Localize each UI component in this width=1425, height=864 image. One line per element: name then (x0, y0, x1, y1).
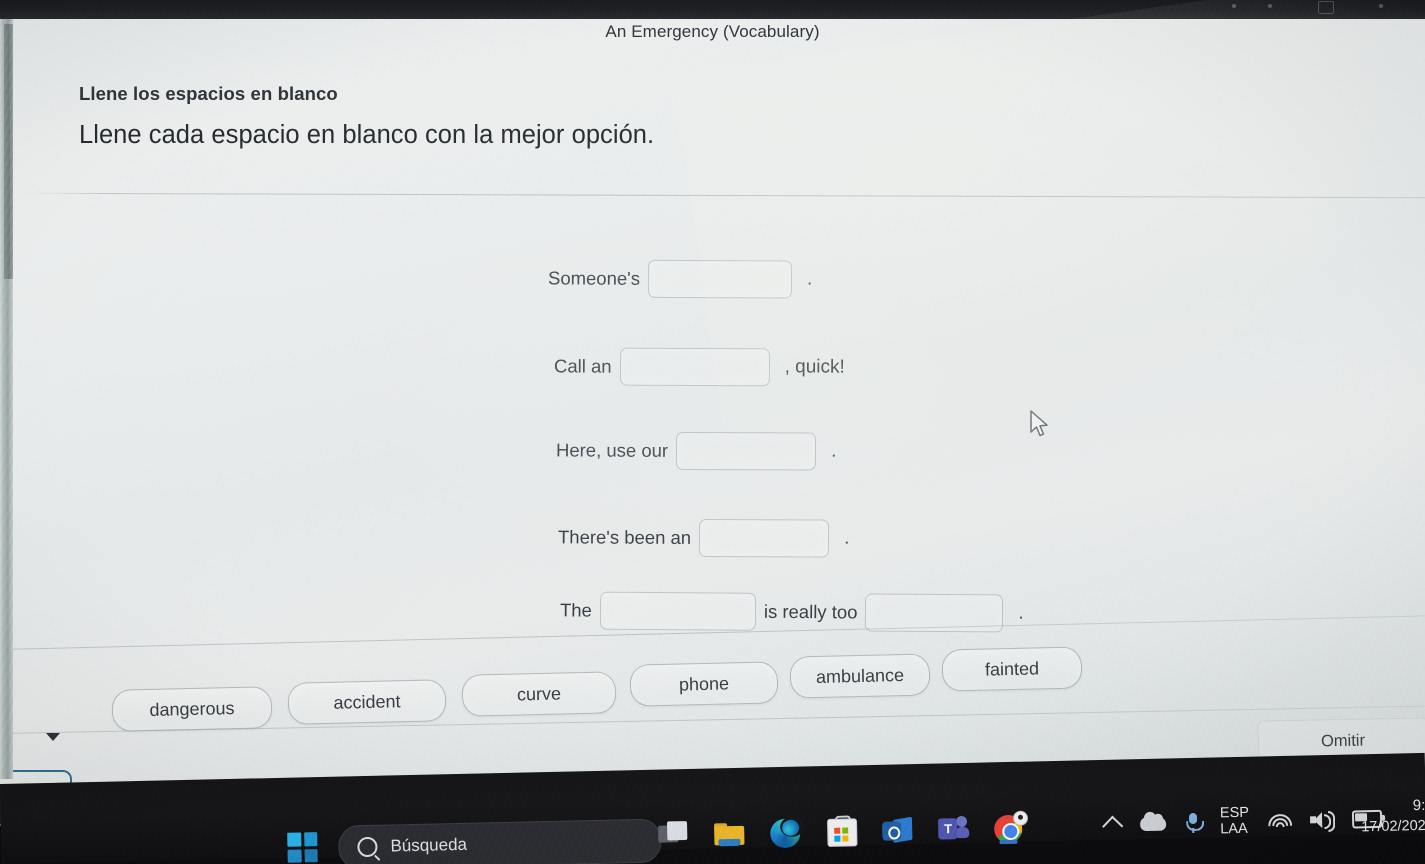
header-divider (26, 192, 1425, 199)
word-option-label: dangerous (149, 697, 235, 720)
start-logo-tile-3 (287, 848, 302, 863)
word-option-ambulance[interactable]: ambulance (789, 653, 931, 699)
chrome-icon[interactable] (992, 810, 1029, 846)
question-4-tail: . (844, 527, 850, 549)
taskbar-clock[interactable]: 9: 17/02/202 (1361, 795, 1425, 838)
question-5-tail: . (1018, 602, 1024, 624)
chrome-ghost-window (1318, 1, 1334, 14)
word-option-label: curve (516, 683, 562, 704)
onedrive-cloud-icon[interactable] (1139, 816, 1167, 831)
taskbar-search-box[interactable]: Búsqueda (337, 818, 662, 864)
exercise-page: An Emergency (Vocabulary) Llene los espa… (0, 19, 1425, 784)
system-tray: ESP LAA (1102, 803, 1383, 840)
blank-input-3[interactable] (676, 431, 817, 471)
question-5-middle: is really too (763, 600, 858, 623)
question-1-tail: . (806, 268, 813, 290)
page-title: An Emergency (Vocabulary) (605, 22, 820, 41)
question-3-tail: . (831, 440, 837, 462)
chrome-ghost-dot-3 (1379, 4, 1383, 8)
word-option-label: ambulance (815, 664, 905, 687)
word-option-label: accident (333, 690, 401, 713)
language-line-1: ESP (1219, 804, 1250, 822)
clock-time: 9: (1412, 796, 1425, 815)
chrome-ghost-dot-1 (1232, 4, 1236, 8)
question-4-prompt: There's been an (557, 526, 692, 548)
word-option-label: phone (678, 672, 730, 695)
screen-photo: An Emergency (Vocabulary) Llene los espa… (0, 0, 1425, 864)
question-row-2: Call an , quick! (553, 347, 845, 387)
start-logo-tile-4 (303, 848, 318, 863)
word-option-phone[interactable]: phone (629, 661, 779, 707)
browser-chrome-strip (0, 0, 1425, 19)
edge-icon[interactable] (768, 816, 805, 851)
teams-icon[interactable]: T (936, 812, 971, 847)
file-explorer-icon[interactable] (712, 817, 747, 852)
question-row-4: There's been an . (557, 518, 850, 558)
task-view-icon[interactable] (656, 818, 691, 853)
wifi-icon[interactable] (1267, 813, 1292, 829)
question-row-3: Here, use our . (555, 431, 837, 471)
question-3-prompt: Here, use our (555, 439, 669, 461)
start-logo-tile-1 (287, 832, 301, 847)
question-2-tail: , quick! (784, 356, 845, 378)
question-5-prompt: The (559, 599, 592, 621)
blank-input-5a[interactable] (599, 591, 757, 631)
language-indicator[interactable]: ESP LAA (1219, 804, 1250, 838)
word-option-accident[interactable]: accident (287, 679, 447, 725)
blank-input-4[interactable] (699, 518, 830, 558)
search-icon (357, 836, 378, 858)
question-1-prompt: Someone's (547, 267, 641, 289)
instruction-subtitle: Llene los espacios en blanco (79, 83, 338, 104)
question-2-prompt: Call an (553, 355, 612, 377)
chrome-ghost-dot-2 (1268, 4, 1272, 8)
word-option-dangerous[interactable]: dangerous (111, 686, 273, 732)
word-option-label: fainted (984, 657, 1040, 680)
skip-button-label: Omitir (1320, 731, 1366, 750)
page-scrollbar[interactable] (4, 24, 13, 279)
blank-input-1[interactable] (647, 259, 793, 299)
mouse-cursor (1030, 410, 1048, 437)
question-row-1: Someone's . (547, 259, 813, 299)
start-button[interactable] (287, 832, 318, 863)
word-option-curve[interactable]: curve (461, 671, 617, 717)
chevron-down-icon[interactable] (46, 733, 60, 741)
taskbar-app-icons: T (656, 810, 1029, 853)
instruction-heading: Llene cada espacio en blanco con la mejo… (79, 121, 655, 149)
clock-date: 17/02/202 (1361, 817, 1425, 836)
start-logo-tile-2 (303, 832, 318, 846)
search-placeholder-text: Búsqueda (390, 834, 468, 856)
microphone-icon[interactable] (1186, 812, 1205, 833)
word-option-fainted[interactable]: fainted (941, 646, 1083, 692)
volume-icon[interactable] (1310, 811, 1336, 833)
microsoft-store-icon[interactable] (824, 814, 859, 849)
chevron-up-icon[interactable] (1102, 815, 1124, 837)
blank-input-2[interactable] (619, 347, 770, 387)
language-line-2: LAA (1220, 820, 1248, 838)
outlook-icon[interactable] (880, 813, 915, 848)
